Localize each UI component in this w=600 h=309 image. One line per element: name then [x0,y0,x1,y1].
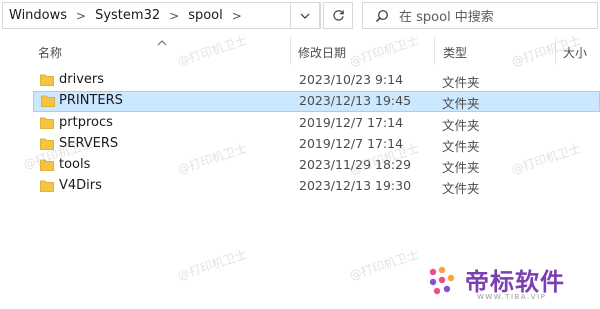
file-row-v4dirs[interactable]: V4Dirs 2023/12/13 19:30 文件夹 [33,176,600,197]
file-name: V4Dirs [59,178,102,193]
file-date: 2019/12/7 17:14 [299,115,404,130]
chevron-down-icon [300,13,310,19]
file-date: 2019/12/7 17:14 [299,136,404,151]
column-divider[interactable] [555,37,556,65]
file-type: 文件夹 [442,160,480,175]
column-header-type[interactable]: 类型 [443,44,467,61]
refresh-icon [332,10,344,21]
folder-icon [40,179,54,196]
file-row-prtprocs[interactable]: prtprocs 2019/12/7 17:14 文件夹 [33,113,600,134]
file-name: PRINTERS [59,93,123,108]
file-type: 文件夹 [442,96,480,111]
file-name: prtprocs [59,115,113,130]
file-type: 文件夹 [442,118,480,133]
refresh-button[interactable] [323,2,353,29]
column-header-row: 名称 修改日期 类型 大小 [0,35,600,65]
column-divider[interactable] [434,37,435,65]
breadcrumb-separator-icon[interactable]: > [162,9,186,23]
file-date: 2023/10/23 9:14 [299,72,404,87]
file-name: SERVERS [59,136,119,151]
file-date: 2023/11/29 18:29 [299,157,412,172]
breadcrumb-system32[interactable]: System32 [93,8,162,23]
column-divider[interactable] [290,37,291,65]
search-input[interactable]: 在 spool 中搜索 [399,6,494,25]
folder-icon [40,116,54,133]
breadcrumb-separator-icon[interactable]: > [225,9,249,23]
top-bar: Windows > System32 > spool > 在 spool 中搜索 [0,0,600,32]
watermark: @打印机卫士 [347,247,421,283]
column-header-date[interactable]: 修改日期 [298,44,346,61]
file-row-printers[interactable]: PRINTERS 2023/12/13 19:45 文件夹 [33,91,600,112]
search-box[interactable]: 在 spool 中搜索 [362,2,598,29]
file-row-tools[interactable]: tools 2023/11/29 18:29 文件夹 [33,155,600,176]
folder-icon [40,158,54,175]
logo-mark-icon [429,266,455,295]
file-date: 2023/12/13 19:30 [299,178,412,193]
file-type: 文件夹 [442,139,480,154]
logo-name: 帝标软件 [465,268,565,296]
folder-icon [41,94,55,111]
file-row-drivers[interactable]: drivers 2023/10/23 9:14 文件夹 [33,70,600,91]
file-name: tools [59,157,91,172]
column-header-name[interactable]: 名称 [38,44,62,61]
breadcrumb-windows[interactable]: Windows [7,8,69,23]
file-type: 文件夹 [442,75,480,90]
folder-icon [40,73,54,90]
logo-subtitle: WWW.TIBA.VIP [477,293,547,301]
folder-icon [40,137,54,154]
file-row-servers[interactable]: SERVERS 2019/12/7 17:14 文件夹 [33,134,600,155]
breadcrumb-separator-icon[interactable]: > [69,9,93,23]
watermark: @打印机卫士 [175,247,249,283]
address-history-button[interactable] [290,2,320,29]
sort-ascending-icon [157,35,167,49]
file-name: drivers [59,72,105,87]
address-bar[interactable]: Windows > System32 > spool > [2,2,321,29]
search-icon [369,9,395,23]
column-header-size[interactable]: 大小 [563,44,587,61]
brand-logo: 帝标软件 WWW.TIBA.VIP [425,262,595,306]
file-type: 文件夹 [442,181,480,196]
file-date: 2023/12/13 19:45 [299,93,412,108]
breadcrumb-spool[interactable]: spool [186,8,225,23]
